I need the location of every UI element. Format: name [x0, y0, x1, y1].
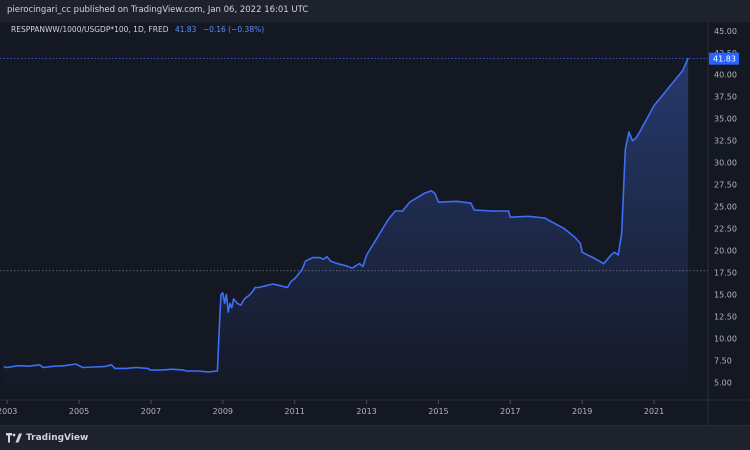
symbol-name: RESPPANWW/1000/USGDP*100, 1D, FRED — [11, 25, 169, 34]
y-tick-label: 37.50 — [714, 93, 737, 102]
tradingview-logo[interactable]: TradingView — [6, 431, 88, 445]
x-tick-label: 2019 — [572, 407, 592, 416]
x-tick-label: 2015 — [428, 407, 448, 416]
x-tick-label: 2013 — [356, 407, 376, 416]
y-tick-label: 25.00 — [714, 203, 737, 212]
y-tick-label: 35.00 — [714, 115, 737, 124]
x-tick-label: 2005 — [69, 407, 89, 416]
symbol-last-value: 41.83 — [175, 25, 196, 34]
x-tick-label: 2003 — [0, 407, 17, 416]
y-tick-label: 15.00 — [714, 291, 737, 300]
publish-info-text: pierocingari_cc published on TradingView… — [7, 5, 308, 15]
x-tick-label: 2021 — [644, 407, 664, 416]
symbol-change: −0.16 (−0.38%) — [203, 25, 264, 34]
publish-header: pierocingari_cc published on TradingView… — [0, 0, 750, 23]
series-area-fill — [4, 58, 689, 400]
y-tick-label: 32.50 — [714, 137, 737, 146]
brand-name: TradingView — [26, 433, 88, 443]
chart-area[interactable]: 5.00 7.50 10.00 12.50 15.00 17.50 20.00 22.50 25… — [0, 22, 750, 425]
x-tick-label: 2011 — [285, 407, 305, 416]
symbol-legend: RESPPANWW/1000/USGDP*100, 1D, FRED 41.83… — [11, 25, 264, 34]
last-value-text: 41.83 — [713, 55, 736, 64]
y-tick-label: 20.00 — [714, 247, 737, 256]
y-tick-label: 40.00 — [714, 71, 737, 80]
x-tick-label: 2017 — [500, 407, 520, 416]
footer-bar: TradingView — [0, 425, 750, 450]
x-tick-label: 2009 — [213, 407, 233, 416]
y-tick-label: 27.50 — [714, 181, 737, 190]
tradingview-icon — [6, 433, 22, 443]
y-tick-label: 10.00 — [714, 334, 737, 343]
price-chart[interactable]: 5.00 7.50 10.00 12.50 15.00 17.50 20.00 22.50 25… — [0, 22, 750, 425]
y-tick-label: 22.50 — [714, 225, 737, 234]
y-tick-label: 5.00 — [714, 378, 732, 387]
y-tick-label: 7.50 — [714, 356, 732, 365]
y-tick-label: 12.50 — [714, 312, 737, 321]
y-tick-label: 45.00 — [714, 27, 737, 36]
x-tick-label: 2007 — [141, 407, 161, 416]
y-tick-label: 30.00 — [714, 159, 737, 168]
y-tick-label: 17.50 — [714, 269, 737, 278]
